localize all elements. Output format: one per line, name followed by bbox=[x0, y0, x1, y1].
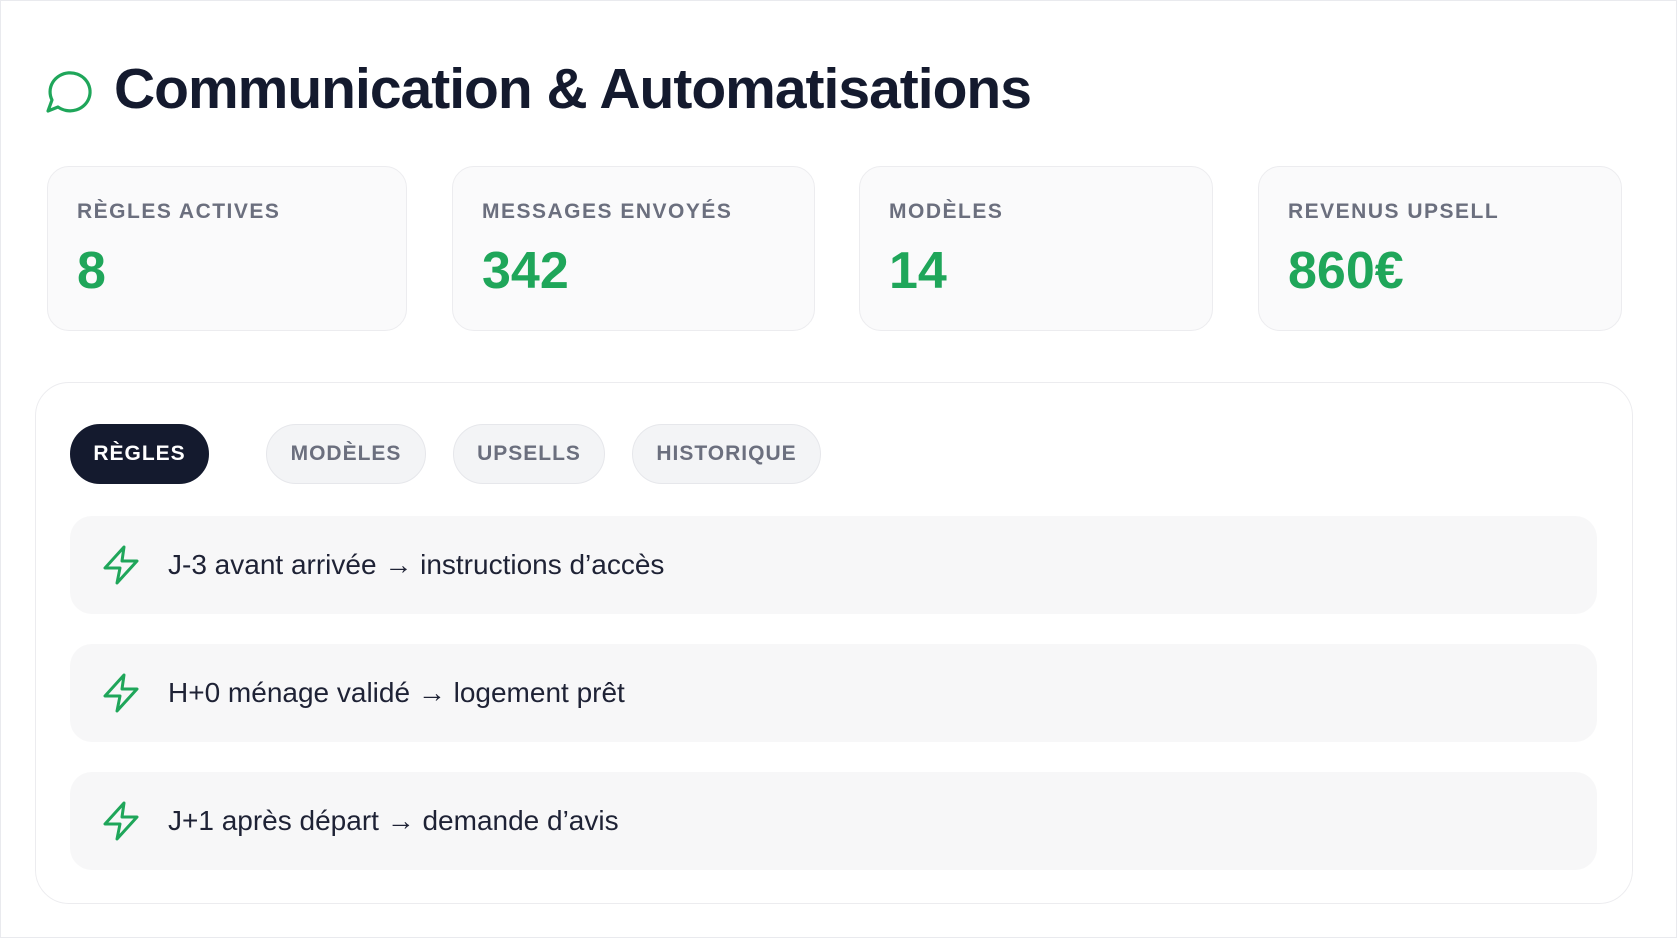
stat-value: 14 bbox=[889, 242, 947, 300]
lightning-icon bbox=[103, 545, 139, 585]
rule-item[interactable]: H+0 ménage validé → logement prêt bbox=[70, 644, 1597, 742]
stat-card-messages-sent: MESSAGES ENVOYÉS 342 bbox=[452, 166, 815, 331]
tab-templates[interactable]: MODÈLES bbox=[266, 424, 426, 484]
stat-card-active-rules: RÈGLES ACTIVES 8 bbox=[47, 166, 407, 331]
stat-value: 342 bbox=[482, 242, 569, 300]
tab-upsells[interactable]: UPSELLS bbox=[453, 424, 605, 484]
tab-history[interactable]: HISTORIQUE bbox=[632, 424, 821, 484]
stat-card-templates: MODÈLES 14 bbox=[859, 166, 1213, 331]
rule-item[interactable]: J-3 avant arrivée → instructions d’accès bbox=[70, 516, 1597, 614]
stats-row: RÈGLES ACTIVES 8 MESSAGES ENVOYÉS 342 MO… bbox=[1, 166, 1676, 331]
stat-value: 860€ bbox=[1288, 242, 1404, 300]
chat-bubble-icon bbox=[46, 71, 92, 113]
stat-value: 8 bbox=[77, 242, 106, 300]
stat-label: MODÈLES bbox=[889, 200, 1004, 223]
stat-card-upsell-revenue: REVENUS UPSELL 860€ bbox=[1258, 166, 1622, 331]
rule-text: J+1 après départ → demande d’avis bbox=[168, 805, 619, 836]
stat-label: MESSAGES ENVOYÉS bbox=[482, 200, 733, 223]
lightning-icon bbox=[103, 801, 139, 841]
stat-label: REVENUS UPSELL bbox=[1288, 200, 1500, 223]
page-title: Communication & Automatisations bbox=[114, 57, 1032, 121]
stat-label: RÈGLES ACTIVES bbox=[77, 200, 281, 223]
automation-panel: RÈGLES MODÈLES UPSELLS HISTORIQUE J-3 av… bbox=[35, 382, 1633, 904]
tab-rules[interactable]: RÈGLES bbox=[70, 424, 209, 484]
rule-item[interactable]: J+1 après départ → demande d’avis bbox=[70, 772, 1597, 870]
lightning-icon bbox=[103, 673, 139, 713]
rule-text: J-3 avant arrivée → instructions d’accès bbox=[168, 549, 665, 580]
communication-page: Communication & Automatisations RÈGLES A… bbox=[0, 0, 1677, 938]
page-header: Communication & Automatisations bbox=[44, 57, 1032, 121]
rule-text: H+0 ménage validé → logement prêt bbox=[168, 677, 625, 708]
